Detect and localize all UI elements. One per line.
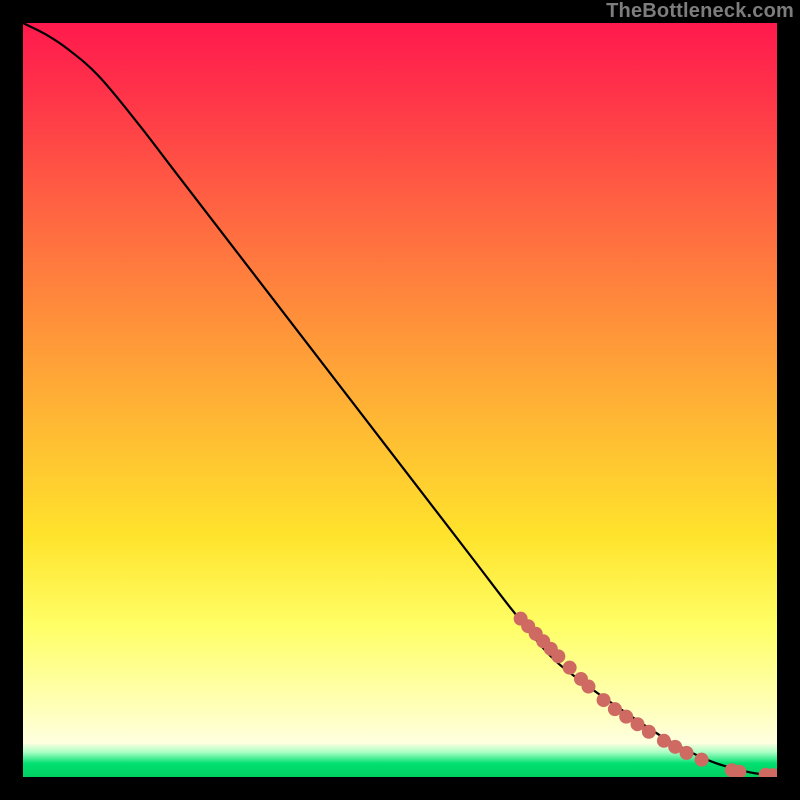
data-marker xyxy=(668,740,682,754)
data-marker xyxy=(514,612,528,626)
data-marker xyxy=(642,725,656,739)
data-marker xyxy=(536,634,550,648)
data-marker xyxy=(619,710,633,724)
data-marker xyxy=(597,693,611,707)
data-marker xyxy=(759,768,773,777)
data-marker xyxy=(563,661,577,675)
curve-markers xyxy=(514,612,777,777)
data-marker xyxy=(608,702,622,716)
data-marker xyxy=(529,627,543,641)
data-marker xyxy=(521,619,535,633)
data-marker xyxy=(582,680,596,694)
chart-stage: TheBottleneck.com xyxy=(0,0,800,800)
plot-area xyxy=(23,23,777,777)
data-marker xyxy=(574,672,588,686)
data-marker xyxy=(657,734,671,748)
data-marker xyxy=(680,746,694,760)
data-marker xyxy=(544,642,558,656)
data-marker xyxy=(631,717,645,731)
watermark-text: TheBottleneck.com xyxy=(606,0,794,23)
data-marker xyxy=(551,649,565,663)
data-marker xyxy=(725,763,739,777)
curve-path xyxy=(23,23,777,775)
data-marker xyxy=(695,753,709,767)
data-marker xyxy=(732,765,746,777)
data-marker xyxy=(766,768,777,777)
curve-svg xyxy=(23,23,777,777)
